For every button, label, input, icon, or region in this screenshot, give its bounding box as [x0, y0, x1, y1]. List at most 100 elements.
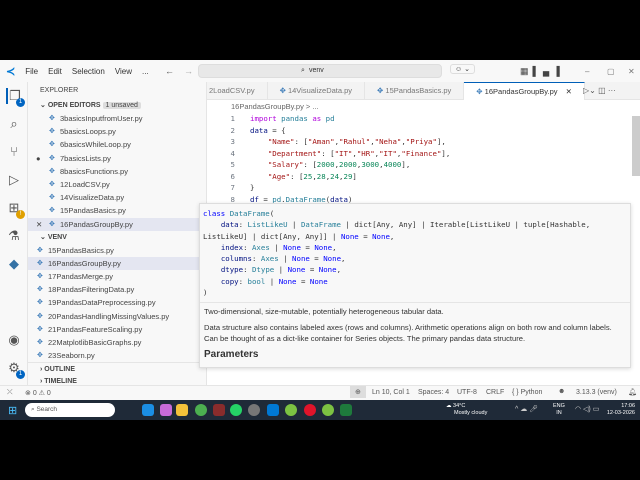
chrome-icon[interactable] [195, 404, 207, 416]
code-line: data = { [250, 125, 286, 135]
outline-header[interactable]: › OUTLINE [28, 361, 206, 375]
file-item[interactable]: ✕ ✥ 16PandasGroupBy.py [28, 217, 206, 231]
file-item[interactable]: ✥ 20PandasHandlingMissingValues.py [28, 310, 206, 323]
file-item[interactable]: ✥ 22MatplotlibBasicGraphs.py [28, 336, 206, 349]
close-tab-icon[interactable]: ✕ [566, 87, 572, 96]
python-file-icon: ✥ [37, 325, 43, 333]
run-icon[interactable]: ▷⌄ ◫ ··· [583, 86, 616, 95]
zoom-icon[interactable]: ⊕ [350, 386, 366, 398]
file-item[interactable]: ✥ 19PandasDataPreprocessing.py [28, 296, 206, 309]
menu-view[interactable]: View [115, 67, 132, 76]
python-interpreter[interactable]: 3.13.3 (venv) [576, 389, 617, 396]
encoding[interactable]: UTF-8 [457, 389, 477, 396]
weather-widget[interactable]: ☁ 34°C Mostly cloudy [446, 403, 487, 417]
tab-16pandasgroupby[interactable]: ✥ 16PandasGroupBy.py ✕ [464, 82, 585, 100]
file-item[interactable]: ✥ 21PandasFeatureScaling.py [28, 323, 206, 336]
file-item[interactable]: ✥ 14VisualizeData.py [28, 191, 206, 204]
source-control-icon[interactable]: ⑂ [6, 144, 22, 160]
file-item[interactable]: ✥ 5basicsLoops.py [28, 125, 206, 138]
tab-2loadcsv[interactable]: 2LoadCSV.py [207, 82, 268, 100]
editor-tabs: 2LoadCSV.py ✥ 14VisualizeData.py ✥ 15Panda… [207, 82, 640, 100]
opera-icon[interactable] [304, 404, 316, 416]
signature-line: ListLikeU] | dict[Any, Any]] | None = No… [203, 231, 395, 241]
signature-line: dtype: Dtype | None = None, [220, 265, 342, 275]
signature-line: data: ListLikeU | DataFrame | dict[Any, … [220, 220, 591, 230]
copilot-app-icon[interactable] [160, 404, 172, 416]
code-line: "Name": ["Aman","Rahul","Neha","Priya"], [267, 137, 446, 146]
vscode-taskbar-icon[interactable] [267, 404, 279, 416]
windows-taskbar: ⊞ ⌕ Search ☁ 34°C Mostly cloudy ^ ☁ 🎤︎ EN… [0, 400, 640, 420]
hover-params-heading: Parameters [204, 349, 259, 361]
testing-icon[interactable]: ⚗ [6, 228, 22, 244]
menu-edit[interactable]: Edit [48, 67, 62, 76]
taskbar-search[interactable]: ⌕ Search [25, 403, 115, 417]
tab-15pandasbasics[interactable]: ✥ 15PandasBasics.py [365, 82, 465, 100]
app-icon[interactable] [213, 404, 225, 416]
copilot-icon[interactable]: ☺ ⌄ [450, 64, 475, 74]
file-item[interactable]: ✥ 18PandasFilteringData.py [28, 283, 206, 296]
back-icon[interactable]: ← [165, 66, 174, 76]
excel-icon[interactable] [340, 404, 352, 416]
app-icon-2[interactable] [248, 404, 260, 416]
title-bar: ≺ File Edit Selection View... ← → ⌕ venv ☺ ⌄… [0, 60, 640, 82]
notifications-icon[interactable]: 🔔︎ [628, 388, 637, 396]
language-mode[interactable]: { } Python [512, 389, 542, 396]
edge-icon[interactable] [142, 404, 154, 416]
extensions-icon[interactable]: ⊞! [6, 200, 25, 219]
line-number: 7 [230, 183, 235, 192]
language-indicator[interactable]: ENG IN [553, 403, 565, 417]
account-icon[interactable]: ◉ [6, 332, 22, 348]
python-file-icon: ✥ [49, 154, 55, 162]
file-explorer-icon[interactable] [176, 404, 188, 416]
settings-gear-icon[interactable]: ⚙ 1 [6, 360, 25, 379]
tab-14visualizedata[interactable]: ✥ 14VisualizeData.py [268, 82, 366, 100]
remote-icon[interactable]: ⤫ [7, 389, 13, 397]
file-item[interactable]: ✥ 6basicsWhileLoop.py [28, 138, 206, 151]
whatsapp-icon[interactable] [230, 404, 242, 416]
file-item[interactable]: ✥ 8basicsFunctions.py [28, 165, 206, 178]
line-ending[interactable]: CRLF [486, 389, 504, 396]
utorrent-icon[interactable] [285, 404, 297, 416]
file-item[interactable]: ✥ 23Seaborn.py [28, 349, 206, 362]
line-number: 2 [230, 125, 235, 135]
hover-tooltip: class DataFrame( data: ListLikeU | DataF… [199, 203, 631, 368]
search-icon[interactable]: ⌕ [6, 116, 22, 132]
python-file-icon: ✥ [49, 194, 55, 202]
file-item[interactable]: ✥ 16PandasGroupBy.py [28, 256, 206, 271]
menu-file[interactable]: File [25, 67, 38, 76]
command-center-search[interactable]: ⌕ venv [198, 64, 442, 78]
start-icon[interactable]: ⊞ [8, 404, 17, 417]
venv-header[interactable]: ⌄ VENV [28, 231, 206, 244]
open-editors-header[interactable]: ⌄ OPEN EDITORS 1 unsaved [28, 99, 206, 112]
layout-icons[interactable]: ▦▌▄▐ [520, 66, 564, 77]
close-window-icon[interactable]: ✕ [628, 67, 635, 76]
file-item[interactable]: ✥ 3basicsInputfromUser.py [28, 112, 206, 125]
file-item[interactable]: ✥ 12LoadCSV.py [28, 178, 206, 191]
maximize-icon[interactable]: ▢ [607, 67, 615, 76]
run-debug-icon[interactable]: ▷ [6, 172, 22, 188]
app-icon-3[interactable] [322, 404, 334, 416]
clock[interactable]: 17:06 12-03-2026 [605, 403, 635, 417]
line-number: 6 [230, 171, 235, 181]
close-editor-icon[interactable]: ✕ [36, 218, 42, 231]
network-volume-battery-icons[interactable]: ◠ ◁) ▭ [575, 405, 599, 413]
copilot-status-icon[interactable]: ☻ [558, 388, 565, 395]
problems-indicator[interactable]: ⊗ 0 ⚠ 0 [25, 389, 51, 397]
scrollbar[interactable] [632, 116, 640, 176]
file-item[interactable]: ✥ 17PandasMerge.py [28, 270, 206, 283]
menu-more[interactable]: ... [142, 67, 149, 76]
explorer-icon[interactable]: ❐ 1 [6, 88, 25, 107]
code-line: "Department": ["IT","HR","IT","Finance"]… [267, 148, 451, 158]
menu-selection[interactable]: Selection [72, 67, 105, 76]
file-item[interactable]: ✥ 15PandasBasics.py [28, 204, 206, 217]
file-item[interactable]: ✥ 15PandasBasics.py [28, 244, 206, 257]
forward-icon[interactable]: → [184, 66, 193, 76]
cursor-position[interactable]: Ln 10, Col 1 [372, 389, 410, 396]
python-icon[interactable]: ◆ [6, 256, 22, 272]
indentation[interactable]: Spaces: 4 [418, 389, 449, 396]
file-item[interactable]: ● ✥ 7basicsLists.py [28, 152, 206, 165]
python-file-icon: ✥ [37, 339, 43, 346]
breadcrumb[interactable]: 16PandasGroupBy.py > ... [231, 102, 319, 111]
minimize-icon[interactable]: – [585, 67, 589, 76]
tray-icons[interactable]: ^ ☁ 🎤︎ [515, 405, 538, 413]
